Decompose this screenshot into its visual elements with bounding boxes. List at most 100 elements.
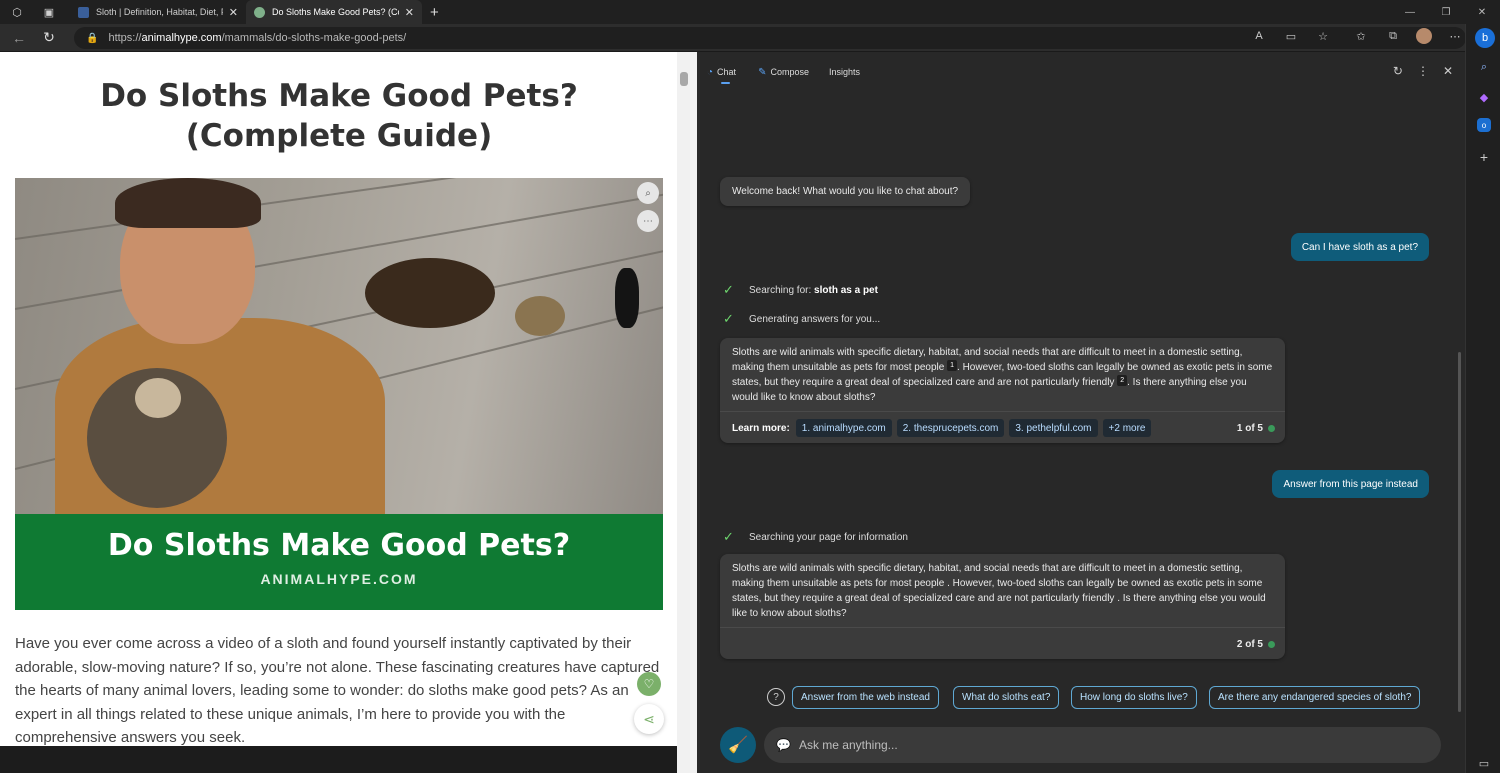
close-tab-icon[interactable]: ✕	[405, 6, 414, 19]
heart-icon[interactable]: ♡	[637, 672, 661, 696]
close-tab-icon[interactable]: ✕	[229, 6, 238, 19]
user-message-text: Answer from this page instead	[1283, 478, 1418, 490]
learn-more-row: Learn more: 1. animalhype.com 2. thespru…	[720, 411, 1285, 444]
user-message: Answer from this page instead	[1272, 470, 1429, 498]
url-host: animalhype.com	[141, 32, 222, 44]
welcome-text: Welcome back! What would you like to cha…	[732, 186, 959, 197]
suggestion-chip[interactable]: Answer from the web instead	[792, 686, 939, 709]
search-status-label: Searching for:	[749, 284, 812, 296]
visual-search-icon[interactable]: ⌕	[637, 182, 659, 204]
sidebar-toggle-icon[interactable]: ▭	[1475, 754, 1493, 772]
chat-sidebar: ◔ Chat ✎ Compose Insights ↻ ⋮ ✕ Welcome ba…	[697, 52, 1465, 773]
close-window-icon[interactable]: ✕	[1464, 7, 1500, 18]
source-link[interactable]: 2. thesprucepets.com	[896, 419, 1005, 437]
maximize-icon[interactable]: ❐	[1428, 7, 1464, 18]
response-count-text: 2 of 5	[1236, 638, 1263, 650]
address-bar: ← ↻ 🔒 https://animalhype.com/mammals/do-…	[0, 24, 1500, 52]
banner-title: Do Sloths Make Good Pets?	[107, 528, 571, 563]
copilot-icon[interactable]: ◆	[1475, 88, 1493, 106]
refresh-icon[interactable]: ↻	[38, 29, 60, 46]
tab-sloth-pets[interactable]: Do Sloths Make Good Pets? (Co ✕	[246, 0, 422, 24]
sidebar-actions: ↻ ⋮ ✕	[1393, 64, 1453, 78]
source-link[interactable]: 1. animalhype.com	[795, 419, 892, 437]
tab-insights[interactable]: Insights	[829, 52, 860, 92]
lock-icon: 🔒	[86, 32, 99, 44]
more-menu-icon[interactable]: ⋯	[1446, 30, 1464, 43]
banner-site: ANIMALHYPE.COM	[260, 571, 418, 587]
back-icon[interactable]: ←	[8, 30, 30, 46]
refresh-chat-icon[interactable]: ↻	[1393, 64, 1403, 78]
article-intro: Have you ever come across a video of a s…	[15, 635, 660, 746]
ask-placeholder: Ask me anything...	[798, 738, 898, 752]
citation-1[interactable]: 1	[947, 360, 958, 371]
tab-chat[interactable]: ◔ Chat	[707, 52, 736, 92]
response-count: 1 of 5	[1237, 421, 1275, 436]
status-dot-icon	[1268, 640, 1275, 648]
page-footer-bar	[0, 746, 677, 773]
immersive-reader-icon[interactable]: ▭	[1282, 30, 1300, 43]
answer-card-web: Sloths are wild animals with specific di…	[720, 338, 1285, 443]
chat-icon: ◔	[707, 66, 714, 78]
answer-text: Sloths are wild animals with specific di…	[720, 338, 1285, 411]
hero-banner: Do Sloths Make Good Pets? ANIMALHYPE.COM	[15, 514, 663, 610]
check-icon: ✓	[723, 282, 734, 297]
share-icon[interactable]: ⋖	[634, 704, 664, 734]
search-status: ✓ Searching for: sloth as a pet	[723, 282, 878, 298]
suggestion-chip[interactable]: How long do sloths live?	[1071, 686, 1197, 709]
tab-insights-label: Insights	[828, 67, 861, 77]
chat-bubble-icon: 💬	[776, 738, 791, 752]
learn-more-label: Learn more:	[732, 422, 790, 434]
new-tab-icon[interactable]: +	[430, 4, 439, 21]
search-icon[interactable]: ⌕	[1475, 58, 1493, 76]
ask-input[interactable]: 💬 Ask me anything...	[764, 727, 1441, 763]
close-sidebar-icon[interactable]: ✕	[1443, 64, 1453, 78]
suggestion-chip[interactable]: Are there any endangered species of slot…	[1209, 686, 1421, 709]
window-controls: — ❐ ✕	[1392, 0, 1500, 24]
tab-compose[interactable]: ✎ Compose	[758, 52, 809, 92]
sidebar-scrollbar[interactable]	[1458, 352, 1461, 712]
answer-card-page: Sloths are wild animals with specific di…	[720, 554, 1285, 659]
citation-2[interactable]: 2	[1117, 375, 1128, 386]
man-holding-sloth-photo	[15, 178, 663, 528]
image-more-icon[interactable]: ⋯	[637, 210, 659, 232]
britannica-favicon-icon	[78, 6, 89, 18]
tab-bar: ⬡ ▣ Sloth | Definition, Habitat, Diet, F…	[0, 0, 1500, 24]
check-icon: ✓	[723, 311, 734, 326]
sidebar-header: ◔ Chat ✎ Compose Insights ↻ ⋮ ✕	[697, 52, 1465, 92]
more-sources-link[interactable]: +2 more	[1102, 419, 1152, 437]
minimize-icon[interactable]: —	[1392, 7, 1428, 18]
toolbar-icons: A ▭ ☆ ✩ ⧉ ⋯	[1250, 28, 1464, 44]
favorite-star-icon[interactable]: ☆	[1314, 30, 1332, 43]
tab-sloth-definition[interactable]: Sloth | Definition, Habitat, Diet, F ✕	[70, 0, 246, 24]
bing-chat-icon[interactable]: b	[1475, 28, 1495, 48]
answer-text: Sloths are wild animals with specific di…	[732, 563, 1266, 619]
answer-footer: 2 of 5	[720, 627, 1285, 660]
compose-icon: ✎	[758, 66, 767, 78]
add-app-icon[interactable]: +	[1475, 148, 1493, 166]
read-aloud-icon[interactable]: A	[1250, 30, 1268, 42]
page-title: Do Sloths Make Good Pets? (Complete Guid…	[100, 78, 578, 154]
right-rail: b ⌕ ◆ o + ▭	[1465, 24, 1500, 773]
workspaces-icon[interactable]: ⬡	[8, 3, 26, 21]
help-icon[interactable]: ?	[767, 688, 785, 706]
sidebar-more-icon[interactable]: ⋮	[1417, 64, 1429, 78]
check-icon: ✓	[723, 529, 734, 544]
generating-status-text: Generating answers for you...	[749, 313, 881, 325]
response-count: 2 of 5	[1237, 637, 1275, 652]
tab-chat-label: Chat	[717, 67, 737, 77]
collections-icon[interactable]: ⧉	[1384, 30, 1402, 43]
favorites-icon[interactable]: ✩	[1352, 30, 1370, 43]
outlook-icon[interactable]: o	[1477, 118, 1491, 132]
profile-avatar[interactable]	[1416, 28, 1432, 44]
tab-actions-icon[interactable]: ▣	[40, 3, 58, 21]
search-query: sloth as a pet	[814, 284, 878, 296]
source-link[interactable]: 3. pethelpful.com	[1009, 419, 1098, 437]
tab-compose-label: Compose	[770, 67, 809, 77]
new-topic-broom-icon[interactable]: 🧹	[720, 727, 756, 763]
tab-title: Sloth | Definition, Habitat, Diet, F	[96, 7, 223, 17]
suggestion-chip[interactable]: What do sloths eat?	[953, 686, 1060, 709]
animalhype-favicon-icon	[254, 6, 265, 18]
status-dot-icon	[1268, 424, 1275, 432]
page-scrollbar[interactable]	[677, 52, 691, 773]
user-message: Can I have sloth as a pet?	[1290, 233, 1429, 261]
